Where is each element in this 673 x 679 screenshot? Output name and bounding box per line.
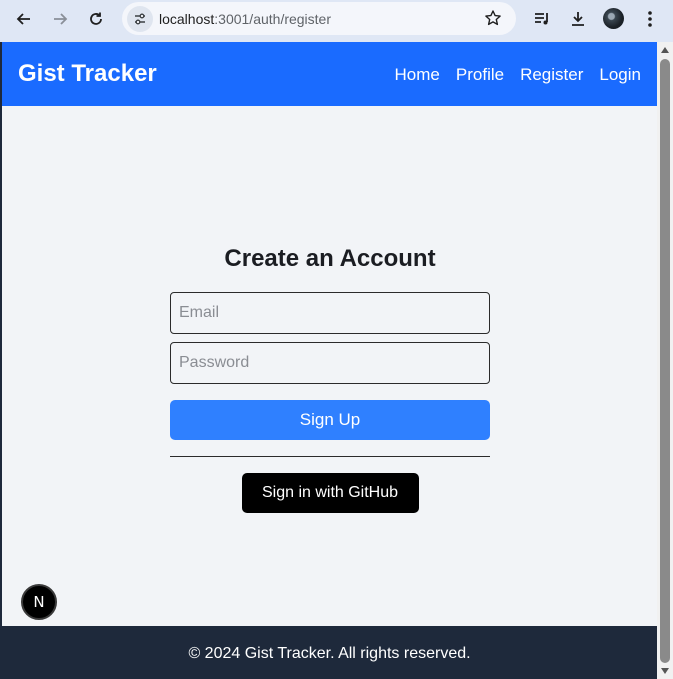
more-menu-icon[interactable] [638, 7, 662, 31]
scrollbar[interactable] [657, 42, 673, 679]
navbar: Gist Tracker Home Profile Register Login [2, 42, 657, 106]
address-bar[interactable]: localhost:3001/auth/register [122, 2, 516, 35]
profile-avatar[interactable] [603, 8, 624, 29]
register-form: Create an Account Sign Up Sign in with G… [170, 244, 490, 513]
footer-copyright: © 2024 Gist Tracker. All rights reserved… [188, 645, 471, 662]
nav-links: Home Profile Register Login [395, 65, 641, 85]
brand-logo[interactable]: Gist Tracker [18, 60, 157, 88]
site-info-icon[interactable] [127, 6, 153, 32]
footer: © 2024 Gist Tracker. All rights reserved… [2, 626, 657, 679]
url-path: :3001/auth/register [214, 11, 332, 27]
nav-link-profile[interactable]: Profile [456, 65, 504, 85]
scroll-thumb[interactable] [660, 59, 670, 663]
page-viewport: Gist Tracker Home Profile Register Login… [2, 42, 657, 679]
sign-up-button[interactable]: Sign Up [170, 400, 490, 440]
scroll-down-arrow-icon[interactable] [661, 668, 669, 674]
github-sign-in-button[interactable]: Sign in with GitHub [241, 473, 419, 513]
url-text: localhost:3001/auth/register [159, 11, 331, 27]
media-playlist-icon[interactable] [530, 7, 554, 31]
nav-link-register[interactable]: Register [520, 65, 583, 85]
email-field[interactable] [170, 292, 490, 334]
nav-link-home[interactable]: Home [395, 65, 440, 85]
page-title: Create an Account [224, 245, 436, 272]
back-arrow-icon[interactable] [12, 7, 36, 31]
divider [170, 456, 490, 457]
bookmark-star-icon[interactable] [484, 9, 502, 32]
nav-link-login[interactable]: Login [599, 65, 641, 85]
password-field[interactable] [170, 342, 490, 384]
download-icon[interactable] [566, 7, 590, 31]
reload-icon[interactable] [84, 7, 108, 31]
browser-toolbar: localhost:3001/auth/register [0, 0, 673, 42]
url-host: localhost [159, 11, 215, 27]
nextjs-dev-indicator-icon[interactable]: N [21, 584, 57, 620]
scroll-up-arrow-icon[interactable] [661, 47, 669, 53]
forward-arrow-icon[interactable] [48, 7, 72, 31]
